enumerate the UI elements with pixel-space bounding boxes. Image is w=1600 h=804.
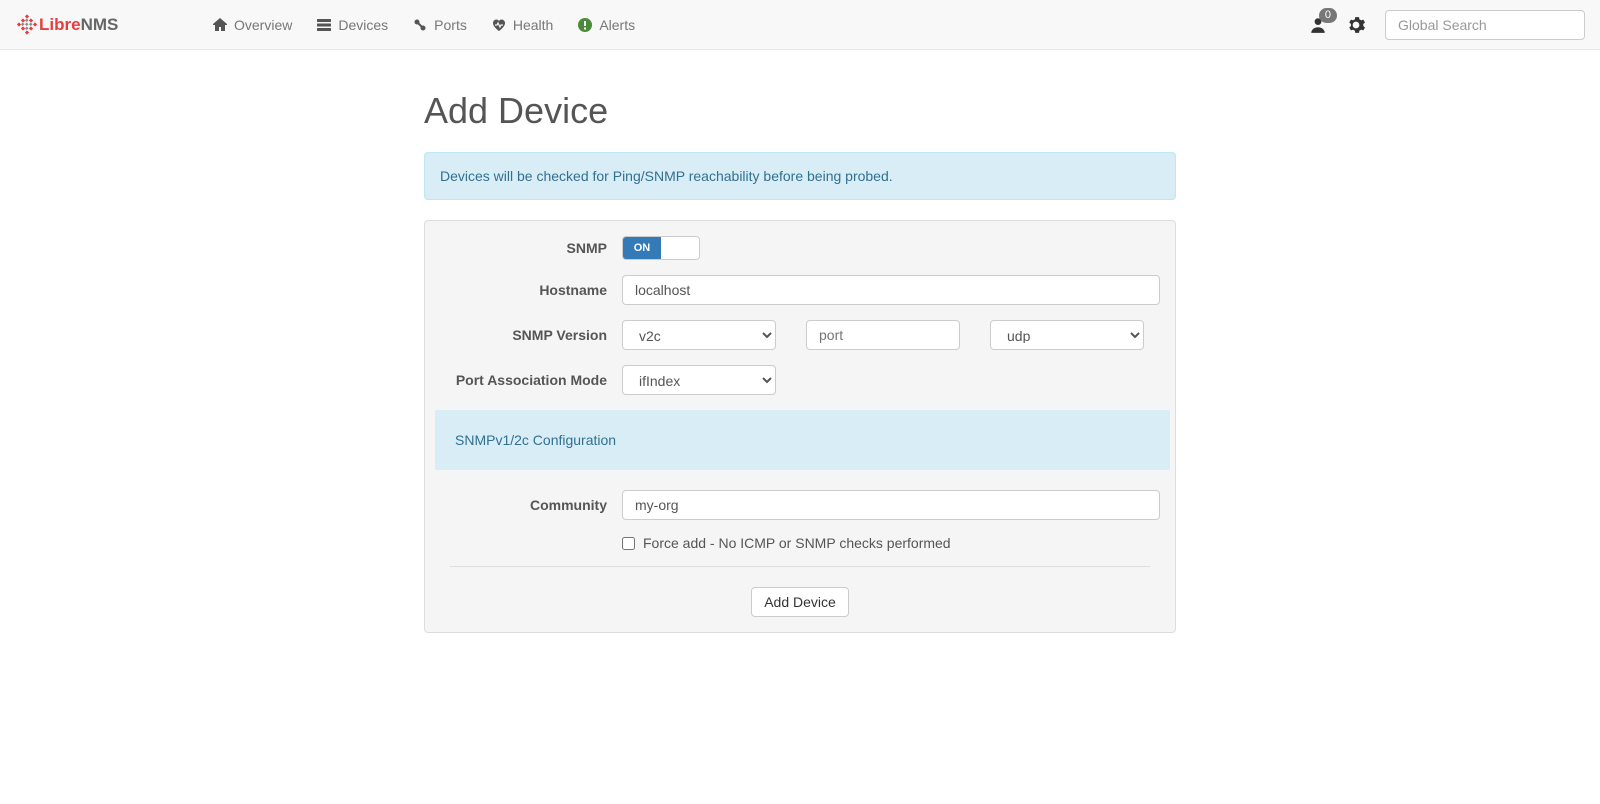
nav-label: Ports xyxy=(434,17,467,33)
nav-label: Health xyxy=(513,17,553,33)
hostname-row: Hostname xyxy=(425,275,1175,305)
page-title: Add Device xyxy=(424,90,1176,132)
divider xyxy=(450,566,1150,567)
snmp-version-row: SNMP Version v2c udp xyxy=(425,320,1175,350)
force-add-checkbox[interactable] xyxy=(622,537,635,550)
nav-label: Devices xyxy=(338,17,388,33)
settings-menu[interactable] xyxy=(1337,6,1375,44)
community-row: Community xyxy=(425,490,1175,520)
force-add-row: Force add - No ICMP or SNMP checks perfo… xyxy=(425,535,1175,551)
hostname-label: Hostname xyxy=(440,282,622,298)
exclamation-icon xyxy=(577,17,593,33)
toggle-on-label: ON xyxy=(623,237,661,259)
port-assoc-select[interactable]: ifIndex xyxy=(622,365,776,395)
add-device-button[interactable]: Add Device xyxy=(751,587,849,617)
heartbeat-icon xyxy=(491,17,507,33)
snmp-toggle[interactable]: ON xyxy=(622,236,700,260)
snmp-label: SNMP xyxy=(440,240,622,256)
user-menu[interactable]: 0 xyxy=(1309,16,1327,34)
librenms-logo-icon: LibreNMS xyxy=(15,10,185,40)
nav-right: 0 xyxy=(1309,6,1585,44)
nav-overview[interactable]: Overview xyxy=(200,2,304,48)
port-assoc-label: Port Association Mode xyxy=(440,372,622,388)
server-icon xyxy=(316,17,332,33)
snmp-version-label: SNMP Version xyxy=(440,327,622,343)
nav-label: Alerts xyxy=(599,17,635,33)
toggle-off-handle xyxy=(661,237,699,259)
notification-badge: 0 xyxy=(1319,8,1337,23)
snmp-row: SNMP ON xyxy=(425,236,1175,260)
nav-ports[interactable]: Ports xyxy=(400,2,479,48)
nav-devices[interactable]: Devices xyxy=(304,2,400,48)
snmp-port-input[interactable] xyxy=(806,320,960,350)
link-icon xyxy=(412,17,428,33)
hostname-input[interactable] xyxy=(622,275,1160,305)
snmp-config-header: SNMPv1/2c Configuration xyxy=(435,410,1170,470)
nav-health[interactable]: Health xyxy=(479,2,565,48)
snmp-transport-select[interactable]: udp xyxy=(990,320,1144,350)
nav-label: Overview xyxy=(234,17,292,33)
community-input[interactable] xyxy=(622,490,1160,520)
submit-wrap: Add Device xyxy=(425,587,1175,617)
gear-icon xyxy=(1347,16,1365,34)
main-content: Add Device Devices will be checked for P… xyxy=(424,50,1176,653)
nav-alerts[interactable]: Alerts xyxy=(565,2,647,48)
global-search-input[interactable] xyxy=(1385,10,1585,40)
navbar: LibreNMS Overview Devices Ports xyxy=(0,0,1600,50)
svg-text:LibreNMS: LibreNMS xyxy=(39,15,118,34)
brand-logo[interactable]: LibreNMS xyxy=(15,10,185,40)
info-alert: Devices will be checked for Ping/SNMP re… xyxy=(424,152,1176,200)
nav-items: Overview Devices Ports Health Alerts xyxy=(200,2,647,48)
force-add-label[interactable]: Force add - No ICMP or SNMP checks perfo… xyxy=(643,535,951,551)
port-assoc-row: Port Association Mode ifIndex xyxy=(425,365,1175,395)
home-icon xyxy=(212,17,228,33)
community-label: Community xyxy=(440,497,622,513)
snmp-version-select[interactable]: v2c xyxy=(622,320,776,350)
add-device-form: SNMP ON Hostname SNMP Version v2c xyxy=(424,220,1176,633)
